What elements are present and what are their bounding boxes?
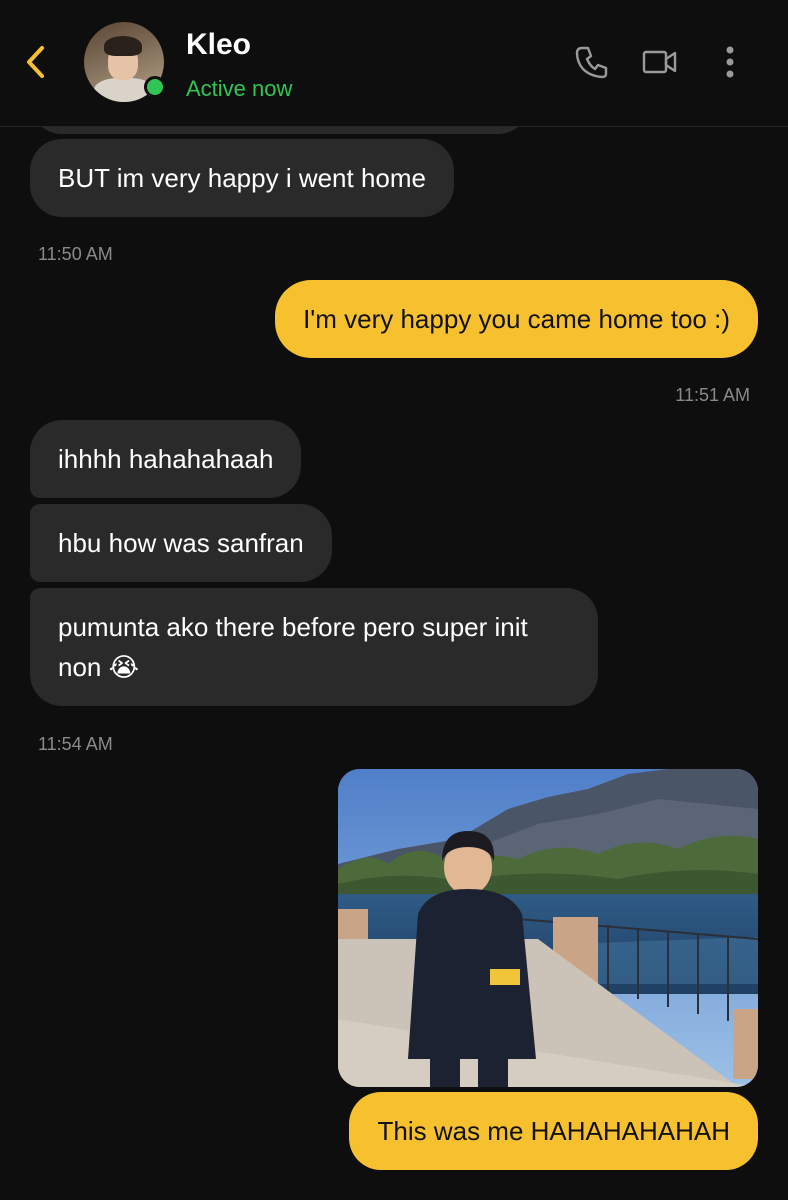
message-bubble-incoming[interactable]: BUT im very happy i went home — [30, 139, 454, 217]
back-button[interactable] — [20, 42, 52, 82]
message-bubble-incoming[interactable]: pumunta ako there before pero super init… — [30, 588, 598, 706]
message-text: hbu how was sanfran — [58, 528, 304, 558]
message-bubble-outgoing[interactable]: This was me HAHAHAHAHAH — [349, 1092, 758, 1170]
message-text: This was me HAHAHAHAHAH — [377, 1116, 730, 1146]
online-indicator — [144, 76, 166, 98]
chat-header: Kleo Active now — [0, 0, 788, 127]
message-bubble-outgoing[interactable]: I'm very happy you came home too :) — [275, 280, 758, 358]
video-call-button[interactable] — [640, 42, 680, 82]
call-button[interactable] — [572, 42, 612, 82]
contact-status: Active now — [186, 76, 293, 101]
phone-icon — [575, 46, 608, 79]
message-text: I'm very happy you came home too :) — [303, 304, 730, 334]
message-bubble-incoming[interactable]: ihhhh hahahahaah — [30, 420, 302, 498]
message-timestamp: 11:50 AM — [38, 244, 113, 264]
contact-name[interactable]: Kleo — [186, 28, 251, 62]
message-list[interactable]: BUT im very happy i went home 11:50 AM I… — [0, 0, 788, 1200]
message-text: BUT im very happy i went home — [58, 163, 426, 193]
more-options-button[interactable] — [710, 42, 750, 82]
chevron-left-icon — [27, 46, 44, 78]
chat-screen: BUT im very happy i went home 11:50 AM I… — [0, 0, 788, 1200]
message-text: ihhhh hahahahaah — [58, 444, 274, 474]
message-timestamp: 11:54 AM — [38, 734, 113, 754]
message-text: pumunta ako there before pero super init… — [58, 612, 528, 682]
photo-message[interactable] — [338, 769, 758, 1087]
message-bubble-incoming[interactable]: hbu how was sanfran — [30, 504, 332, 582]
photo-image — [338, 769, 758, 1087]
more-vertical-icon — [726, 46, 734, 78]
video-camera-icon — [642, 50, 677, 74]
message-timestamp: 11:51 AM — [675, 385, 750, 405]
contact-avatar[interactable] — [84, 22, 166, 102]
